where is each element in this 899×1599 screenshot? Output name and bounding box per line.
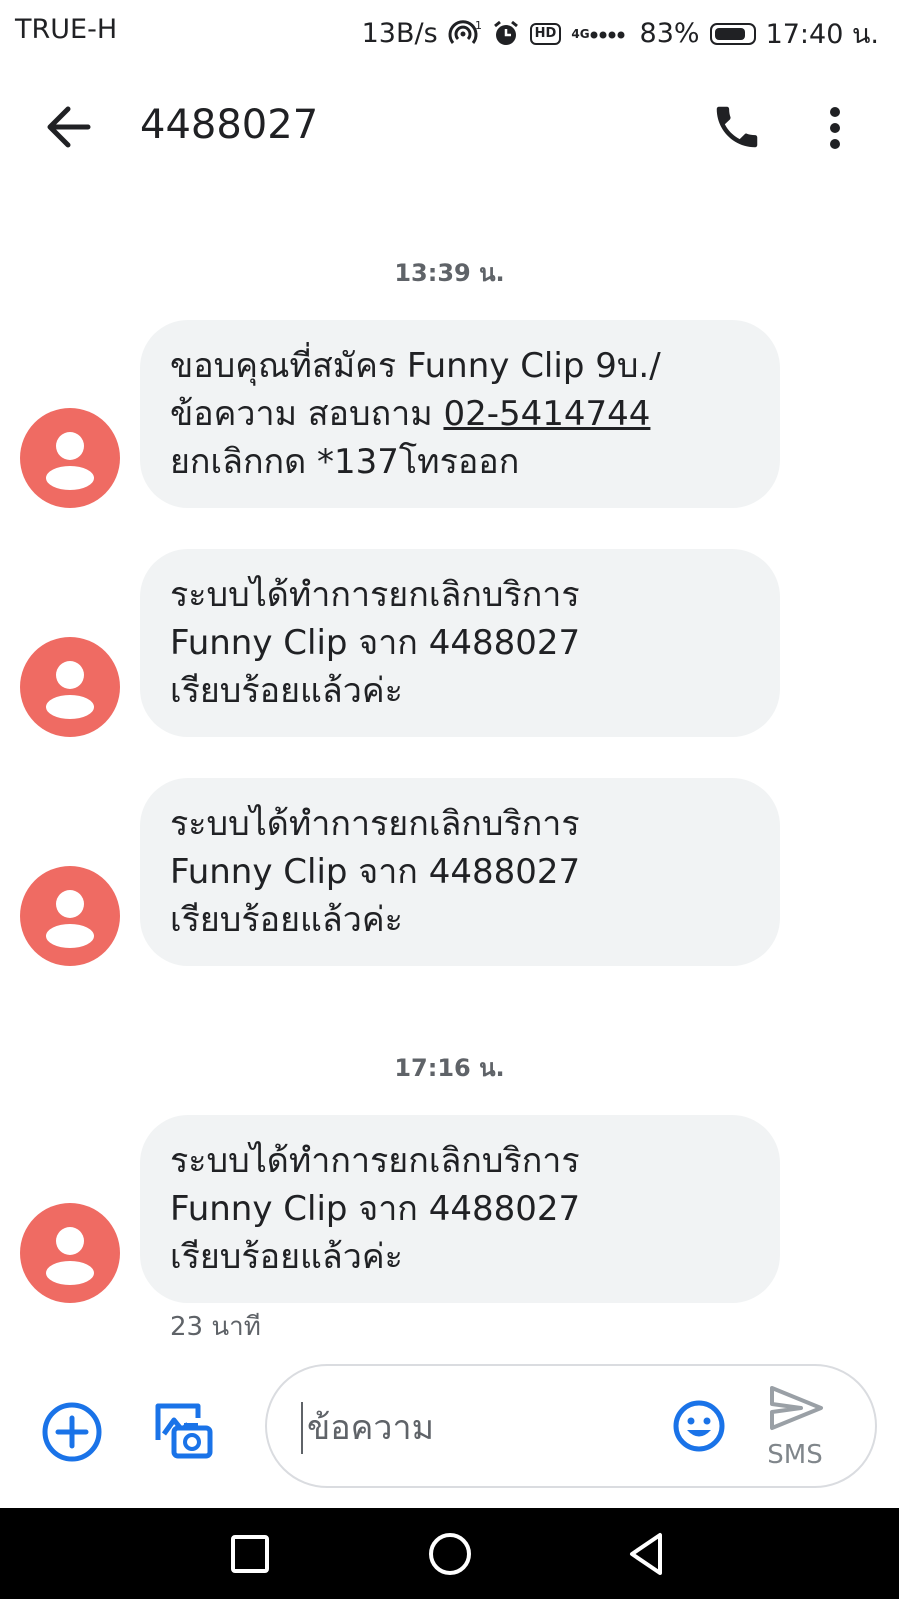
avatar[interactable] — [20, 866, 120, 966]
message-text: เรียบร้อยแล้วค่ะ — [170, 1237, 403, 1277]
message-text: Funny Clip จาก 4488027 — [170, 623, 581, 663]
message-bubble[interactable]: ระบบได้ทำการยกเลิกบริการ Funny Clip จาก … — [140, 1115, 780, 1303]
phone-icon[interactable] — [710, 100, 764, 154]
home-icon[interactable] — [422, 1526, 478, 1582]
hotspot-count: 1 — [475, 19, 482, 32]
battery-icon — [709, 22, 756, 45]
back-nav-icon[interactable] — [622, 1526, 678, 1582]
message-bubble[interactable]: ขอบคุณที่สมัคร Funny Clip 9บ./ ข้อความ ส… — [140, 320, 780, 508]
message-text: เรียบร้อยแล้วค่ะ — [170, 671, 403, 711]
message-input[interactable] — [301, 1402, 629, 1454]
plus-circle-icon — [42, 1402, 102, 1462]
signal-icon: 4G — [571, 27, 629, 41]
message-compose-box: SMS — [265, 1364, 877, 1488]
emoji-icon — [673, 1400, 725, 1452]
message-bubble[interactable]: ระบบได้ทำการยกเลิกบริการ Funny Clip จาก … — [140, 778, 780, 966]
person-icon — [46, 661, 94, 719]
battery-fill — [714, 27, 745, 40]
gallery-camera-icon — [155, 1403, 213, 1459]
message-text: Funny Clip จาก 4488027 — [170, 1189, 581, 1229]
message-text: ระบบได้ทำการยกเลิกบริการ — [170, 804, 580, 844]
alarm-icon — [492, 20, 520, 48]
message-text: ขอบคุณที่สมัคร Funny Clip 9บ./ — [170, 346, 661, 386]
send-icon — [770, 1386, 823, 1430]
hotspot-icon: 1 — [448, 19, 482, 49]
network-speed: 13B/s — [361, 18, 438, 49]
message-text: ระบบได้ทำการยกเลิกบริการ — [170, 1141, 580, 1181]
message-bubble[interactable]: ระบบได้ทำการยกเลิกบริการ Funny Clip จาก … — [140, 549, 780, 737]
person-icon — [46, 432, 94, 490]
system-nav-bar — [0, 1508, 899, 1599]
status-icons: 13B/s 1 HD 4G 83% 17:40 น. — [362, 12, 879, 55]
message-text: เรียบร้อยแล้วค่ะ — [170, 900, 403, 940]
date-divider: 17:16 น. — [394, 1054, 505, 1082]
arrow-back-icon[interactable] — [40, 102, 100, 152]
avatar[interactable] — [20, 408, 120, 508]
message-text: ระบบได้ทำการยกเลิกบริการ — [170, 575, 580, 615]
message-elapsed-time: 23 นาที — [170, 1312, 261, 1342]
network-type: 4G — [571, 26, 590, 41]
phone-number-link[interactable]: 02-5414744 — [443, 394, 650, 434]
message-text-part: ข้อความ สอบถาม — [170, 394, 444, 434]
emoji-button[interactable] — [672, 1399, 726, 1453]
send-sms-button[interactable]: SMS — [755, 1384, 835, 1474]
gallery-camera-button[interactable] — [150, 1398, 214, 1462]
compose-bar: SMS — [0, 1362, 899, 1492]
more-vert-icon[interactable] — [820, 104, 850, 152]
recents-icon[interactable] — [222, 1526, 278, 1582]
battery-percent: 83% — [639, 18, 700, 49]
clock: 17:40 น. — [765, 19, 879, 50]
avatar[interactable] — [20, 1203, 120, 1303]
add-attachment-button[interactable] — [40, 1400, 104, 1464]
message-text: ยกเลิกกด *137โทรออก — [170, 442, 520, 482]
person-icon — [46, 890, 94, 948]
carrier-name: TRUE-H — [15, 14, 118, 45]
app-toolbar: 4488027 — [0, 62, 899, 192]
message-text: ข้อความ สอบถาม 02-5414744 — [170, 390, 750, 438]
conversation-title: 4488027 — [140, 102, 319, 148]
date-divider: 13:39 น. — [394, 259, 505, 287]
status-bar: TRUE-H 13B/s 1 HD 4G 83% 17:40 น. — [0, 0, 899, 62]
avatar[interactable] — [20, 637, 120, 737]
message-text: Funny Clip จาก 4488027 — [170, 852, 581, 892]
hd-voice-icon: HD — [529, 22, 562, 45]
person-icon — [46, 1227, 94, 1285]
send-label: SMS — [767, 1440, 823, 1470]
